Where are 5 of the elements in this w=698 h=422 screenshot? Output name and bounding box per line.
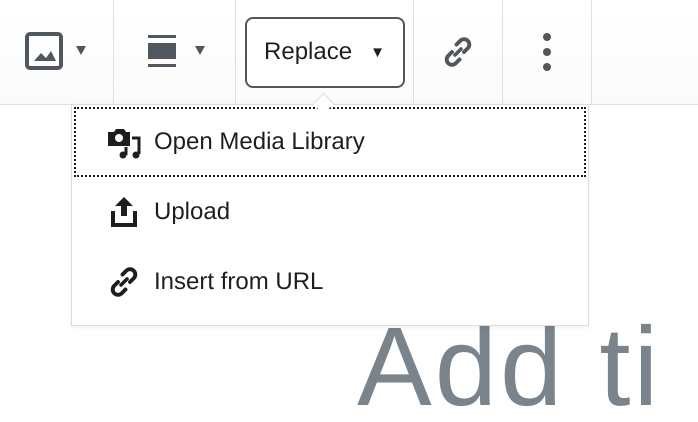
more-options-icon xyxy=(541,32,553,72)
menu-item[interactable]: Insert from URL xyxy=(74,247,586,317)
replace-button[interactable]: Replace ▼ xyxy=(244,16,404,88)
menu-item[interactable]: Upload xyxy=(74,177,586,247)
menu-item[interactable]: Open Media Library xyxy=(74,107,586,177)
